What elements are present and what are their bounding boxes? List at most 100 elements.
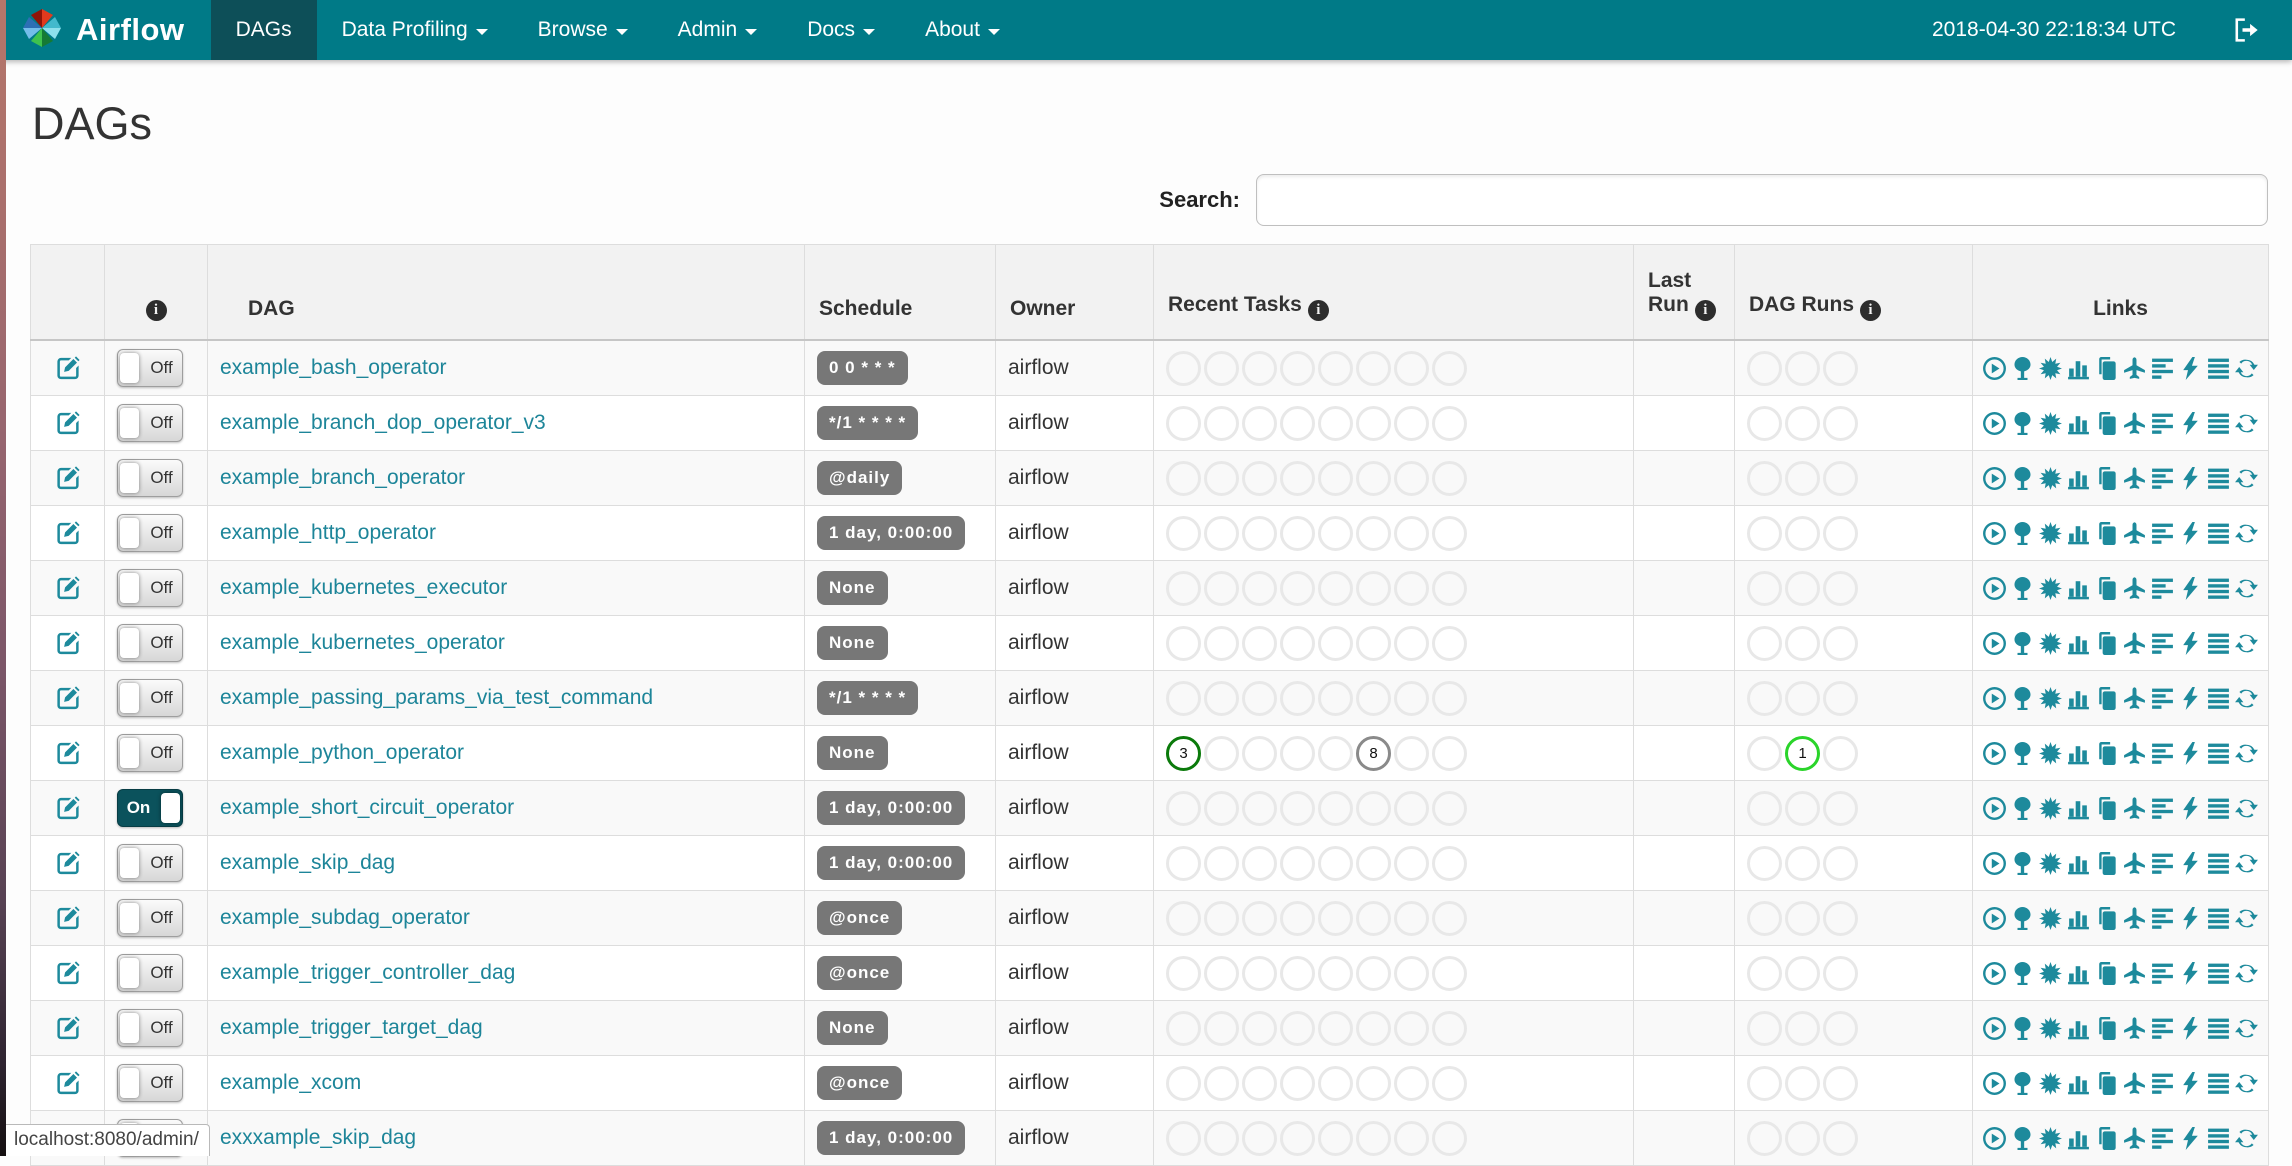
logs-icon[interactable] <box>2206 905 2231 932</box>
dag-name-link[interactable]: example_kubernetes_executor <box>220 576 507 599</box>
landing-times-icon[interactable] <box>2122 520 2147 547</box>
task-state-circle[interactable] <box>1280 570 1315 606</box>
task-duration-icon[interactable] <box>2066 740 2091 767</box>
dag-run-circle[interactable] <box>1823 680 1858 716</box>
logout-icon[interactable] <box>2232 16 2260 44</box>
gantt-view-icon[interactable] <box>2150 465 2175 492</box>
graph-view-icon[interactable] <box>2038 740 2063 767</box>
task-state-circle[interactable] <box>1280 1010 1315 1046</box>
task-state-circle[interactable] <box>1280 845 1315 881</box>
task-duration-icon[interactable] <box>2066 630 2091 657</box>
graph-view-icon[interactable] <box>2038 850 2063 877</box>
dag-run-circle[interactable] <box>1785 845 1820 881</box>
tree-view-icon[interactable] <box>2010 1015 2035 1042</box>
dag-run-circle[interactable] <box>1747 350 1782 386</box>
task-tries-icon[interactable] <box>2094 850 2119 877</box>
task-duration-icon[interactable] <box>2066 685 2091 712</box>
code-view-icon[interactable] <box>2178 850 2203 877</box>
graph-view-icon[interactable] <box>2038 1125 2063 1152</box>
refresh-dag-icon[interactable] <box>2234 630 2259 657</box>
code-view-icon[interactable] <box>2178 410 2203 437</box>
trigger-dag-icon[interactable] <box>1982 1125 2007 1152</box>
dag-run-circle[interactable] <box>1823 900 1858 936</box>
task-state-circle[interactable] <box>1356 405 1391 441</box>
tree-view-icon[interactable] <box>2010 465 2035 492</box>
dag-run-circle[interactable] <box>1823 1120 1858 1156</box>
task-state-circle[interactable] <box>1318 955 1353 991</box>
trigger-dag-icon[interactable] <box>1982 740 2007 767</box>
header-last-run[interactable]: Last Run i <box>1633 244 1735 341</box>
dag-name-link[interactable]: example_trigger_controller_dag <box>220 961 515 984</box>
task-duration-icon[interactable] <box>2066 520 2091 547</box>
dag-pause-toggle[interactable]: Off <box>117 679 183 717</box>
task-state-circle[interactable] <box>1204 955 1239 991</box>
task-state-circle[interactable] <box>1356 680 1391 716</box>
logs-icon[interactable] <box>2206 740 2231 767</box>
dag-name-link[interactable]: example_python_operator <box>220 741 464 764</box>
tree-view-icon[interactable] <box>2010 630 2035 657</box>
tree-view-icon[interactable] <box>2010 905 2035 932</box>
edit-dag-icon[interactable] <box>43 520 92 546</box>
dag-run-circle[interactable] <box>1747 1010 1782 1046</box>
task-state-circle[interactable] <box>1242 405 1277 441</box>
task-state-circle[interactable] <box>1394 790 1429 826</box>
edit-dag-icon[interactable] <box>43 1070 92 1096</box>
dag-name-link[interactable]: example_kubernetes_operator <box>220 631 505 654</box>
graph-view-icon[interactable] <box>2038 1015 2063 1042</box>
task-duration-icon[interactable] <box>2066 1015 2091 1042</box>
task-state-circle[interactable] <box>1356 955 1391 991</box>
dag-pause-toggle[interactable]: Off <box>117 1009 183 1047</box>
trigger-dag-icon[interactable] <box>1982 465 2007 492</box>
graph-view-icon[interactable] <box>2038 520 2063 547</box>
code-view-icon[interactable] <box>2178 905 2203 932</box>
dag-run-circle[interactable] <box>1747 570 1782 606</box>
landing-times-icon[interactable] <box>2122 575 2147 602</box>
edit-dag-icon[interactable] <box>43 465 92 491</box>
graph-view-icon[interactable] <box>2038 410 2063 437</box>
task-state-circle[interactable] <box>1318 350 1353 386</box>
task-state-circle[interactable] <box>1280 900 1315 936</box>
graph-view-icon[interactable] <box>2038 795 2063 822</box>
task-state-circle[interactable] <box>1432 955 1467 991</box>
gantt-view-icon[interactable] <box>2150 960 2175 987</box>
task-state-circle[interactable] <box>1166 900 1201 936</box>
info-icon[interactable]: i <box>1860 300 1881 321</box>
dag-run-circle[interactable] <box>1785 570 1820 606</box>
dag-run-circle[interactable] <box>1823 625 1858 661</box>
task-state-circle[interactable] <box>1394 845 1429 881</box>
info-icon[interactable]: i <box>145 300 167 321</box>
code-view-icon[interactable] <box>2178 795 2203 822</box>
refresh-dag-icon[interactable] <box>2234 960 2259 987</box>
task-state-circle[interactable] <box>1432 570 1467 606</box>
edit-dag-icon[interactable] <box>43 1015 92 1041</box>
task-tries-icon[interactable] <box>2094 740 2119 767</box>
landing-times-icon[interactable] <box>2122 1125 2147 1152</box>
edit-dag-icon[interactable] <box>43 850 92 876</box>
refresh-dag-icon[interactable] <box>2234 685 2259 712</box>
task-state-circle[interactable] <box>1432 1065 1467 1101</box>
task-state-circle[interactable] <box>1204 570 1239 606</box>
task-state-circle[interactable] <box>1356 515 1391 551</box>
dag-run-circle[interactable] <box>1823 735 1858 771</box>
dag-pause-toggle[interactable]: Off <box>117 844 183 882</box>
landing-times-icon[interactable] <box>2122 740 2147 767</box>
task-state-circle[interactable] <box>1204 790 1239 826</box>
task-state-circle[interactable] <box>1204 1010 1239 1046</box>
edit-dag-icon[interactable] <box>43 410 92 436</box>
task-state-circle[interactable] <box>1432 1010 1467 1046</box>
task-state-circle[interactable] <box>1204 515 1239 551</box>
code-view-icon[interactable] <box>2178 630 2203 657</box>
task-state-circle[interactable] <box>1318 405 1353 441</box>
task-state-circle[interactable] <box>1356 1010 1391 1046</box>
dag-run-circle[interactable] <box>1785 625 1820 661</box>
task-state-circle[interactable] <box>1166 460 1201 496</box>
task-state-circle[interactable] <box>1356 625 1391 661</box>
code-view-icon[interactable] <box>2178 465 2203 492</box>
landing-times-icon[interactable] <box>2122 850 2147 877</box>
header-dag[interactable]: DAG <box>207 244 805 341</box>
task-state-circle[interactable] <box>1318 1010 1353 1046</box>
dag-run-circle[interactable] <box>1785 460 1820 496</box>
task-state-circle[interactable] <box>1166 625 1201 661</box>
refresh-dag-icon[interactable] <box>2234 465 2259 492</box>
trigger-dag-icon[interactable] <box>1982 575 2007 602</box>
